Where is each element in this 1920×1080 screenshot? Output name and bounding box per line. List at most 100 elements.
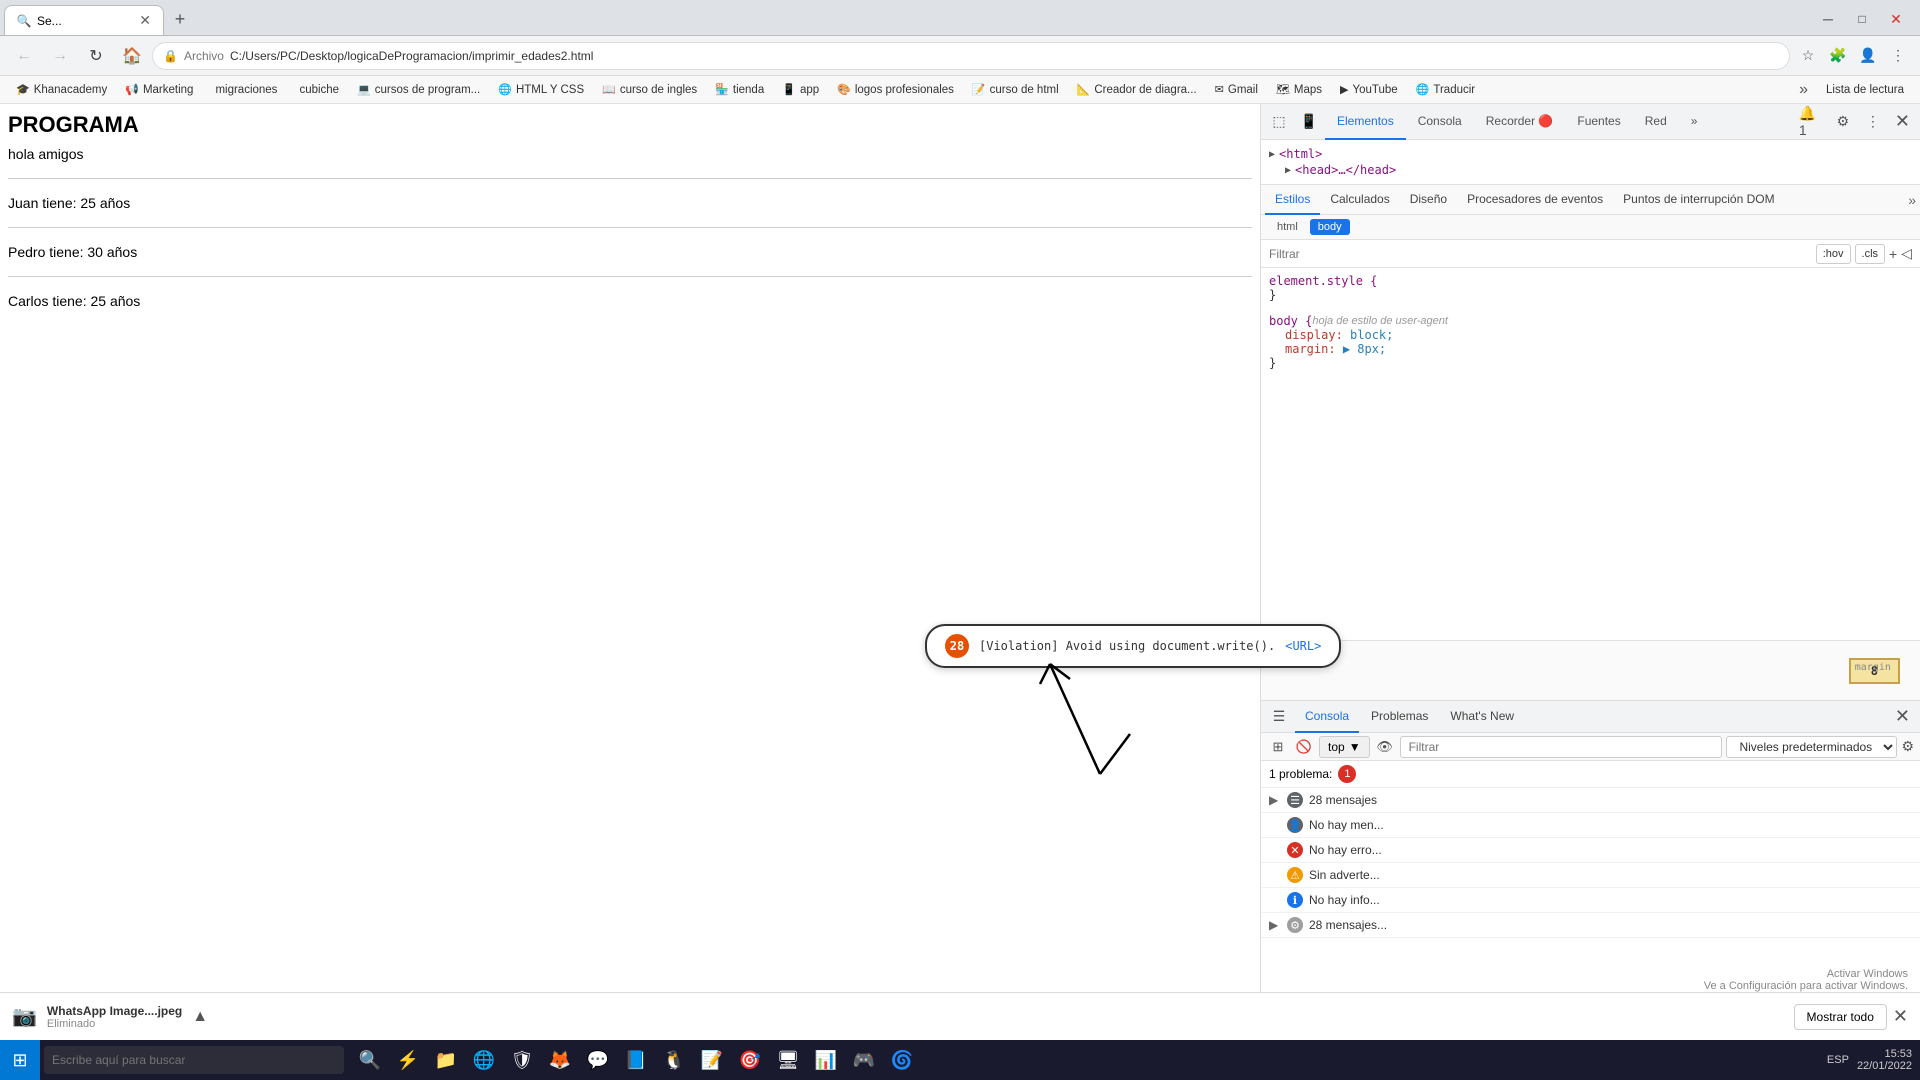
taskbar-chart-icon[interactable]: 📊 (808, 1042, 844, 1078)
bookmark-gmail[interactable]: ✉Gmail (1207, 79, 1266, 101)
styles-tab-calculados[interactable]: Calculados (1320, 185, 1399, 215)
console-sidebar-icon[interactable]: ☰ (1265, 703, 1293, 731)
cls-button[interactable]: .cls (1855, 244, 1886, 264)
expand-icon[interactable]: ▶ (1269, 918, 1281, 932)
dom-triangle-icon[interactable]: ▶ (1285, 165, 1291, 176)
dom-head-line[interactable]: ▶ <head>…</head> (1269, 162, 1912, 178)
extensions-icon[interactable]: 🧩 (1824, 42, 1852, 70)
taskbar-penguin-icon[interactable]: 🐧 (656, 1042, 692, 1078)
new-tab-button[interactable]: + (166, 5, 194, 33)
dom-pill-html[interactable]: html (1269, 219, 1306, 235)
taskbar-vscode-icon[interactable]: 🎯 (732, 1042, 768, 1078)
bookmark-diagrama[interactable]: 📐Creador de diagra... (1069, 79, 1205, 101)
styles-filter-input[interactable] (1269, 244, 1808, 264)
dom-triangle-icon[interactable]: ▶ (1269, 149, 1275, 160)
console-row-debug[interactable]: ▶ ⚙ 28 mensajes... (1261, 913, 1920, 938)
taskbar-fb-icon[interactable]: 📘 (618, 1042, 654, 1078)
profile-icon[interactable]: 👤 (1854, 42, 1882, 70)
console-filter-input[interactable] (1400, 736, 1723, 758)
console-row-no-err[interactable]: ✕ No hay erro... (1261, 838, 1920, 863)
forward-button[interactable]: → (44, 40, 76, 72)
dom-html-line[interactable]: ▶ <html> (1269, 146, 1912, 162)
bookmark-youtube[interactable]: ▶YouTube (1332, 79, 1406, 101)
console-row-no-warn[interactable]: ⚠ Sin adverte... (1261, 863, 1920, 888)
bookmark-migraciones[interactable]: migraciones (203, 79, 285, 101)
taskbar-edge-icon[interactable]: 🌐 (466, 1042, 502, 1078)
bookmark-html[interactable]: 📝curso de html (964, 79, 1067, 101)
devtools-device-icon[interactable]: 📱 (1295, 108, 1323, 136)
dt-tab-red[interactable]: Red (1633, 104, 1679, 140)
taskbar-messenger-icon[interactable]: 💬 (580, 1042, 616, 1078)
back-button[interactable]: ← (8, 40, 40, 72)
console-levels-select[interactable]: Niveles predeterminados (1726, 736, 1897, 758)
dt-tab-consola[interactable]: Consola (1406, 104, 1474, 140)
console-row-no-info[interactable]: ℹ No hay info... (1261, 888, 1920, 913)
start-button[interactable]: ⊞ (0, 1040, 40, 1080)
home-button[interactable]: 🏠 (116, 40, 148, 72)
dt-notifications-icon[interactable]: 🔔 1 (1799, 108, 1827, 136)
bookmark-logos[interactable]: 🎨logos profesionales (829, 79, 962, 101)
active-tab[interactable]: 🔍 Se... ✕ (4, 5, 164, 35)
bookmark-app[interactable]: 📱app (774, 79, 827, 101)
styles-tabs-more[interactable]: » (1908, 192, 1916, 208)
taskbar-spiral-icon[interactable]: 🌀 (884, 1042, 920, 1078)
dt-tab-more[interactable]: » (1679, 104, 1710, 140)
console-sidebar-toggle[interactable]: ⊞ (1267, 736, 1289, 758)
styles-tab-puntos[interactable]: Puntos de interrupción DOM (1613, 185, 1784, 215)
taskbar-store-icon[interactable]: ⚡ (390, 1042, 426, 1078)
dt-tab-elementos[interactable]: Elementos (1325, 104, 1406, 140)
close-button[interactable]: ✕ (1880, 3, 1912, 35)
console-eye-icon[interactable]: 👁 (1374, 736, 1396, 758)
hover-state-button[interactable]: :hov (1816, 244, 1851, 264)
new-rule-icon[interactable]: ◁ (1901, 245, 1912, 262)
add-style-icon[interactable]: + (1889, 246, 1897, 262)
taskbar-search-input[interactable] (44, 1046, 344, 1074)
menu-icon[interactable]: ⋮ (1884, 42, 1912, 70)
bookmark-tienda[interactable]: 🏪tienda (707, 79, 772, 101)
console-top-button[interactable]: top ▼ (1319, 736, 1370, 758)
taskbar-search-icon[interactable]: 🔍 (352, 1042, 388, 1078)
bookmarks-more-button[interactable]: » (1795, 81, 1812, 99)
console-settings-icon[interactable]: ⚙ (1901, 738, 1914, 755)
bookmark-khanacademy[interactable]: 🎓Khanacademy (8, 79, 115, 101)
console-tab-problemas[interactable]: Problemas (1361, 701, 1438, 733)
bookmark-cubiche[interactable]: cubiche (287, 79, 347, 101)
taskbar-firefox-icon[interactable]: 🦊 (542, 1042, 578, 1078)
violation-url-link[interactable]: <URL> (1285, 639, 1321, 653)
taskbar-search[interactable] (44, 1046, 344, 1074)
taskbar-game-icon[interactable]: 🎮 (846, 1042, 882, 1078)
taskbar-monitor-icon[interactable]: 🖥 (770, 1042, 806, 1078)
tab-close-button[interactable]: ✕ (139, 12, 151, 29)
taskbar-explorer-icon[interactable]: 📁 (428, 1042, 464, 1078)
console-clear-icon[interactable]: 🚫 (1293, 736, 1315, 758)
console-row-no-msg[interactable]: 👤 No hay men... (1261, 813, 1920, 838)
bookmark-star-icon[interactable]: ☆ (1794, 42, 1822, 70)
minimize-button[interactable]: ─ (1812, 3, 1844, 35)
taskbar-notepad-icon[interactable]: 📝 (694, 1042, 730, 1078)
bookmark-traducir[interactable]: 🌐Traducir (1408, 79, 1483, 101)
dt-settings-icon[interactable]: ⚙ (1829, 108, 1857, 136)
dt-tab-recorder[interactable]: Recorder 🔴 (1474, 104, 1566, 140)
bookmark-marketing[interactable]: 📢Marketing (117, 79, 201, 101)
dom-pill-body[interactable]: body (1310, 219, 1350, 235)
expand-icon[interactable]: ▶ (1269, 793, 1281, 807)
download-close-button[interactable]: ✕ (1893, 1006, 1908, 1027)
show-all-button[interactable]: Mostrar todo (1794, 1004, 1887, 1030)
bookmark-lista-lectura[interactable]: Lista de lectura (1818, 79, 1912, 101)
styles-tab-procesadores[interactable]: Procesadores de eventos (1457, 185, 1613, 215)
console-tab-consola[interactable]: Consola (1295, 701, 1359, 733)
taskbar-shield-icon[interactable]: 🛡 (504, 1042, 540, 1078)
download-expand-icon[interactable]: ▲ (192, 1008, 208, 1026)
dt-tab-fuentes[interactable]: Fuentes (1565, 104, 1632, 140)
address-bar[interactable]: 🔒 Archivo C:/Users/PC/Desktop/logicaDePr… (152, 42, 1790, 70)
bookmark-cursos[interactable]: 💻cursos de program... (349, 79, 488, 101)
styles-tab-diseño[interactable]: Diseño (1400, 185, 1457, 215)
reload-button[interactable]: ↻ (80, 40, 112, 72)
console-row-messages[interactable]: ▶ ☰ 28 mensajes (1261, 788, 1920, 813)
bookmark-htmlcss[interactable]: 🌐HTML Y CSS (490, 79, 592, 101)
console-close-button[interactable]: ✕ (1889, 706, 1916, 727)
devtools-close-button[interactable]: ✕ (1889, 111, 1916, 132)
restore-button[interactable]: □ (1846, 3, 1878, 35)
styles-tab-estilos[interactable]: Estilos (1265, 185, 1320, 215)
console-tab-whatsnew[interactable]: What's New (1440, 701, 1524, 733)
